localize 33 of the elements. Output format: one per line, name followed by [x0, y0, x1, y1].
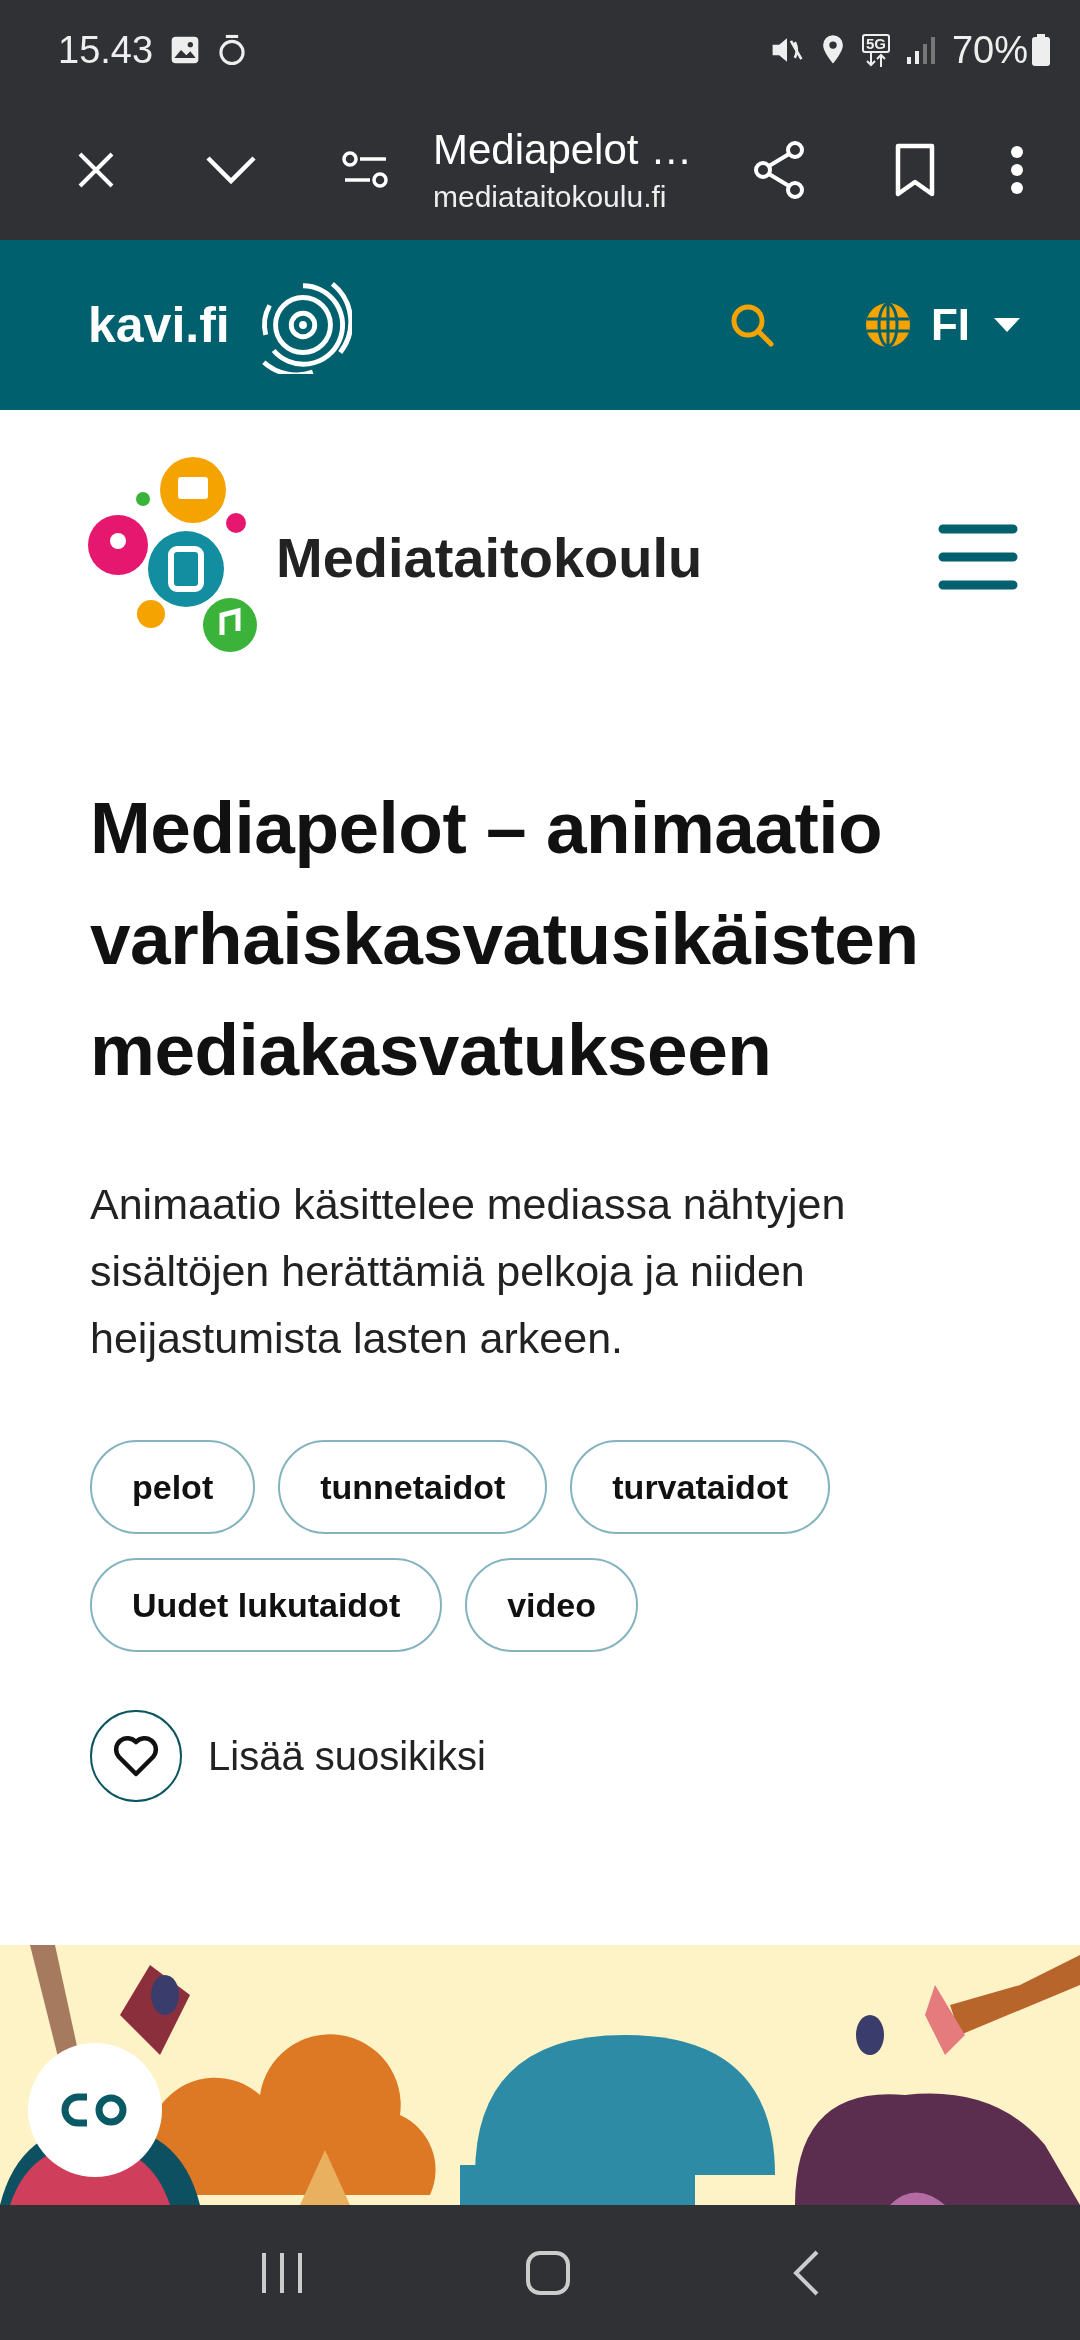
tag-chip[interactable]: Uudet lukutaidot [90, 1558, 443, 1652]
brand-logo-text[interactable]: kavi.fi [88, 296, 230, 354]
signal-icon [905, 35, 936, 65]
article-lead: Animaatio käsittelee mediassa nähtyjen sisältöjen herättämiä pelkoja ja niiden heijastumista lasten arkeen. [90, 1179, 847, 1364]
globe-icon [864, 302, 911, 348]
heart-icon [113, 1735, 159, 1777]
dropdown-caret-icon[interactable] [994, 318, 1020, 332]
share-icon[interactable] [752, 140, 807, 200]
clock-time: 15.43 [58, 28, 154, 72]
tag-chip[interactable]: turvataidot [570, 1440, 830, 1534]
more-options-icon[interactable] [1010, 145, 1024, 195]
tag-chip[interactable]: video [465, 1558, 638, 1652]
data-arrows-icon [864, 52, 887, 67]
home-icon[interactable] [525, 2249, 571, 2296]
timer-icon [217, 34, 248, 66]
chevron-down-icon[interactable] [204, 155, 257, 185]
back-icon[interactable] [791, 2249, 820, 2296]
recent-apps-icon[interactable] [260, 2250, 305, 2295]
network-label: 5G [861, 33, 890, 53]
menu-icon[interactable] [938, 524, 1018, 590]
site-name[interactable]: Mediataitokoulu [276, 524, 938, 590]
page-title[interactable]: Mediapelot … [433, 126, 712, 174]
page-url[interactable]: mediataitokoulu.fi [433, 180, 712, 214]
language-selector[interactable]: FI [930, 300, 970, 350]
tag-chip[interactable]: pelot [90, 1440, 256, 1534]
favorite-label[interactable]: Lisää suosikiksi [208, 1733, 486, 1779]
battery-percentage: 70% [951, 28, 1028, 72]
article-title: Mediapelot – animaatio varhaiskasvatusikäisten mediakasvatukseen [90, 786, 920, 1092]
bookmark-icon[interactable] [894, 143, 935, 197]
tag-chip[interactable]: tunnetaidot [278, 1440, 548, 1534]
toggle-icon [61, 2093, 129, 2127]
battery-icon [1032, 34, 1050, 66]
settings-sliders-icon[interactable] [341, 150, 390, 190]
